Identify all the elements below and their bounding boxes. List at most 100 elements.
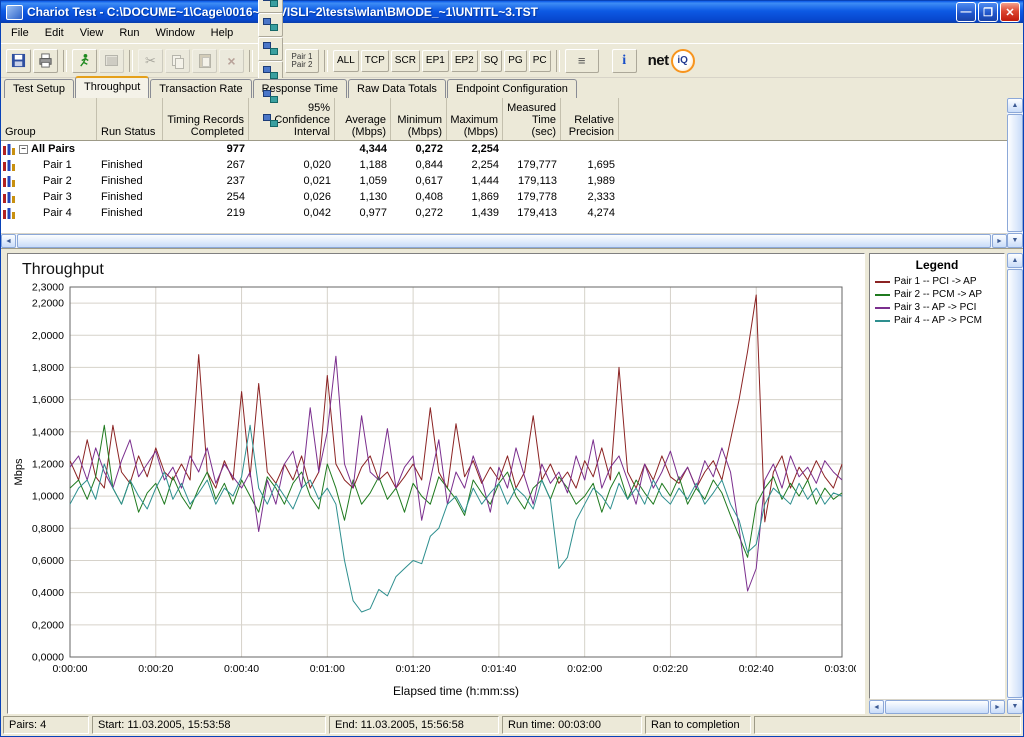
svg-text:0,2000: 0,2000 (32, 619, 64, 631)
legend-item[interactable]: Pair 2 -- PCM -> AP (870, 288, 1004, 301)
filter-button-pg[interactable]: PG (504, 50, 526, 72)
column-header-8[interactable]: RelativePrecision (561, 98, 619, 140)
view-options-button[interactable]: ≡ (565, 49, 599, 73)
menu-view[interactable]: View (72, 24, 112, 42)
right-vertical-scrollbar[interactable]: ▲ ▼ (1007, 253, 1023, 714)
scroll-thumb[interactable] (17, 234, 991, 248)
menu-file[interactable]: File (3, 24, 37, 42)
column-header-5[interactable]: Minimum(Mbps) (391, 98, 447, 140)
tab-throughput[interactable]: Throughput (75, 76, 149, 98)
paste-button[interactable] (192, 49, 217, 73)
scroll-left-button[interactable]: ◄ (1, 234, 16, 248)
filter-button-all[interactable]: ALL (333, 50, 359, 72)
collapse-expander[interactable]: − (19, 145, 28, 154)
table-row[interactable]: −All Pairs9774,3440,2722,254 (1, 141, 1007, 157)
menu-window[interactable]: Window (148, 24, 203, 42)
pair-icon (263, 90, 278, 103)
time-cell: 179,778 (503, 191, 561, 203)
records-cell: 237 (163, 175, 249, 187)
tab-endpoint-configuration[interactable]: Endpoint Configuration (447, 79, 577, 98)
legend-item[interactable]: Pair 1 -- PCI -> AP (870, 275, 1004, 288)
scroll-down-button[interactable]: ▼ (1007, 233, 1023, 248)
table-row[interactable]: Pair 1Finished2670,0201,1880,8442,254179… (1, 157, 1007, 173)
close-button[interactable]: ✕ (1000, 2, 1020, 22)
filter-button-pc[interactable]: PC (529, 50, 551, 72)
filter-button-scr[interactable]: SCR (391, 50, 420, 72)
avg-cell: 1,130 (335, 191, 391, 203)
run-test-button[interactable] (72, 49, 97, 73)
max-cell: 1,444 (447, 175, 503, 187)
legend-item[interactable]: Pair 3 -- AP -> PCI (870, 301, 1004, 314)
table-row[interactable]: Pair 4Finished2190,0420,9770,2721,439179… (1, 205, 1007, 221)
minimize-button[interactable]: — (956, 2, 976, 22)
scroll-right-button[interactable]: ► (990, 700, 1005, 714)
column-header-2[interactable]: Timing RecordsCompleted (163, 98, 249, 140)
column-header-3[interactable]: 95% ConfidenceInterval (249, 98, 335, 140)
tab-test-setup[interactable]: Test Setup (4, 79, 74, 98)
filter-button-sq[interactable]: SQ (480, 50, 502, 72)
group-label: All Pairs (31, 143, 75, 155)
svg-text:0,8000: 0,8000 (32, 523, 64, 535)
svg-text:0,0000: 0,0000 (32, 652, 64, 664)
filter-button-tcp[interactable]: TCP (361, 50, 389, 72)
tab-transaction-rate[interactable]: Transaction Rate (150, 79, 251, 98)
column-header-line1: Relative (574, 114, 614, 126)
column-header-6[interactable]: Maximum(Mbps) (447, 98, 503, 140)
print-button[interactable] (33, 49, 58, 73)
scroll-thumb[interactable] (1007, 269, 1023, 698)
pair-chart-icon (3, 143, 16, 155)
table-row[interactable]: Pair 2Finished2370,0211,0590,6171,444179… (1, 173, 1007, 189)
copy-button[interactable] (165, 49, 190, 73)
cut-button[interactable]: ✂ (138, 49, 163, 73)
legend-horizontal-scrollbar[interactable]: ◄ ► (869, 699, 1005, 714)
pair-chart-icon (3, 175, 16, 187)
window-title: Chariot Test - C:\DOCUME~1\Cage\0016~1\O… (27, 5, 956, 19)
column-header-line1: Measured (507, 102, 556, 114)
menu-bar: FileEditViewRunWindowHelp (1, 23, 1023, 43)
legend-label: Pair 1 -- PCI -> AP (894, 276, 977, 287)
menu-help[interactable]: Help (203, 24, 242, 42)
scroll-right-button[interactable]: ► (992, 234, 1007, 248)
column-header-0[interactable]: Group (1, 98, 97, 140)
filter-button-ep1[interactable]: EP1 (422, 50, 449, 72)
pair-tool-button-2[interactable] (258, 13, 283, 37)
menu-run[interactable]: Run (111, 24, 147, 42)
table-horizontal-scrollbar[interactable]: ◄ ► (1, 233, 1007, 248)
records-cell: 219 (163, 207, 249, 219)
pair-chart-icon (3, 191, 16, 203)
delete-icon: × (227, 53, 235, 69)
table-vertical-scrollbar[interactable]: ▲ ▼ (1007, 98, 1023, 248)
scroll-thumb[interactable] (885, 700, 989, 714)
pair-selector-button[interactable]: Pair 1 Pair 2 (285, 49, 319, 73)
delete-button[interactable]: × (219, 49, 244, 73)
app-window: Chariot Test - C:\DOCUME~1\Cage\0016~1\O… (0, 0, 1024, 737)
filter-button-ep2[interactable]: EP2 (451, 50, 478, 72)
stop-test-button[interactable] (99, 49, 124, 73)
status-run-time: Run time: 00:03:00 (502, 716, 642, 734)
scroll-down-button[interactable]: ▼ (1007, 699, 1023, 714)
time-cell: 179,113 (503, 175, 561, 187)
column-header-1[interactable]: Run Status (97, 98, 163, 140)
menu-edit[interactable]: Edit (37, 24, 72, 42)
legend-title: Legend (870, 254, 1004, 275)
column-header-line1: Group (5, 126, 92, 138)
scroll-thumb[interactable] (1007, 114, 1023, 232)
save-button[interactable] (6, 49, 31, 73)
tab-raw-data-totals[interactable]: Raw Data Totals (348, 79, 446, 98)
help-info-button[interactable]: i (612, 49, 637, 73)
svg-text:1,6000: 1,6000 (32, 394, 64, 406)
max-cell: 2,254 (447, 159, 503, 171)
pair-tool-button-1[interactable] (258, 0, 283, 13)
scroll-up-button[interactable]: ▲ (1007, 98, 1023, 113)
scissors-icon: ✂ (145, 53, 156, 69)
table-row[interactable]: Pair 3Finished2540,0261,1300,4081,869179… (1, 189, 1007, 205)
pair-tool-button-3[interactable] (258, 37, 283, 61)
column-header-7[interactable]: MeasuredTime (sec) (503, 98, 561, 140)
pair-icon (263, 66, 278, 79)
scroll-up-button[interactable]: ▲ (1007, 253, 1023, 268)
svg-text:Elapsed time (h:mm:ss): Elapsed time (h:mm:ss) (393, 684, 519, 698)
scroll-left-button[interactable]: ◄ (869, 700, 884, 714)
maximize-button[interactable]: ❐ (978, 2, 998, 22)
legend-item[interactable]: Pair 4 -- AP -> PCM (870, 314, 1004, 327)
column-header-4[interactable]: Average(Mbps) (335, 98, 391, 140)
